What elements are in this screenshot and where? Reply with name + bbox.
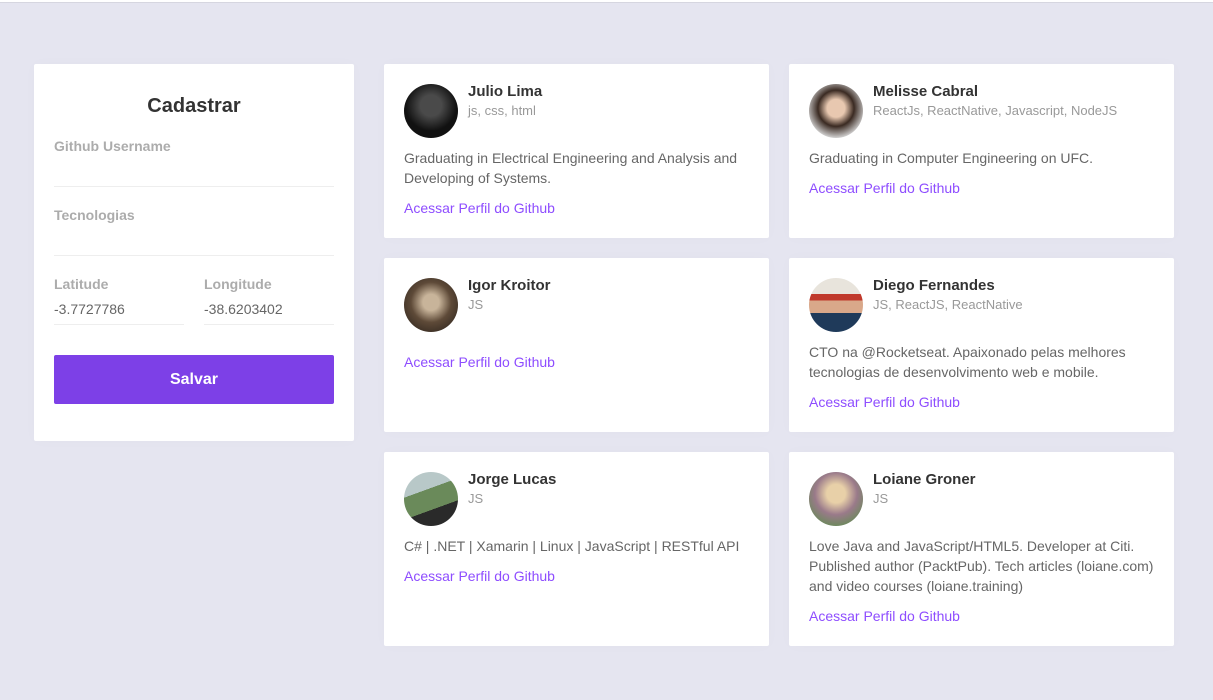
github-profile-link[interactable]: Acessar Perfil do Github [809, 392, 1154, 412]
dev-techs: JS [873, 491, 889, 506]
dev-card: Igor Kroitor JS Acessar Perfil do Github [384, 258, 769, 432]
user-info: Diego Fernandes JS, ReactJS, ReactNative [873, 277, 1023, 313]
dev-name: Julio Lima [468, 83, 543, 100]
avatar [809, 472, 863, 526]
dev-name: Jorge Lucas [468, 471, 557, 488]
techs-label: Tecnologias [54, 207, 135, 223]
user-info: Julio Lima js, css, html [468, 83, 542, 119]
user-info: Jorge Lucas JS [468, 471, 556, 507]
dev-techs: JS, ReactJS, ReactNative [873, 297, 1023, 312]
longitude-block: Longitude [204, 276, 334, 325]
github-username-label: Github Username [54, 138, 171, 154]
dev-techs: ReactJs, ReactNative, Javascript, NodeJS [873, 103, 1118, 118]
github-profile-link[interactable]: Acessar Perfil do Github [404, 198, 749, 218]
dev-techs: JS [468, 297, 484, 312]
longitude-input[interactable] [204, 293, 334, 325]
dev-techs: JS [468, 491, 484, 506]
avatar [404, 472, 458, 526]
dev-card: Melisse Cabral ReactJs, ReactNative, Jav… [789, 64, 1174, 238]
dev-techs: js, css, html [468, 103, 536, 118]
latitude-block: Latitude [54, 276, 184, 325]
dev-bio: Love Java and JavaScript/HTML5. Develope… [809, 538, 1154, 594]
form-title: Cadastrar [147, 95, 241, 117]
github-profile-link[interactable]: Acessar Perfil do Github [404, 352, 749, 372]
top-border [0, 0, 1213, 3]
avatar [404, 84, 458, 138]
github-profile-link[interactable]: Acessar Perfil do Github [404, 566, 749, 586]
dev-bio: C# | .NET | Xamarin | Linux | JavaScript… [404, 538, 740, 554]
techs-input[interactable] [54, 224, 334, 256]
dev-card-header: Julio Lima js, css, html [404, 83, 749, 138]
avatar [404, 278, 458, 332]
longitude-label: Longitude [204, 276, 272, 292]
dev-list: Julio Lima js, css, html Graduating in E… [384, 64, 1174, 646]
github-username-input[interactable] [54, 155, 334, 187]
dev-card-header: Igor Kroitor JS [404, 277, 749, 332]
save-button[interactable]: Salvar [54, 355, 334, 404]
github-profile-link[interactable]: Acessar Perfil do Github [809, 178, 1154, 198]
dev-card-header: Jorge Lucas JS [404, 471, 749, 526]
register-form: Github Username Tecnologias Latitude Lon… [54, 138, 334, 404]
dev-card: Jorge Lucas JS C# | .NET | Xamarin | Lin… [384, 452, 769, 646]
user-info: Loiane Groner JS [873, 471, 976, 507]
dev-bio: Graduating in Electrical Engineering and… [404, 150, 738, 186]
avatar [809, 278, 863, 332]
techs-block: Tecnologias [54, 207, 334, 256]
user-info: Igor Kroitor JS [468, 277, 551, 313]
dev-card: Julio Lima js, css, html Graduating in E… [384, 64, 769, 238]
dev-card-header: Diego Fernandes JS, ReactJS, ReactNative [809, 277, 1154, 332]
dev-name: Melisse Cabral [873, 83, 979, 100]
dev-card: Loiane Groner JS Love Java and JavaScrip… [789, 452, 1174, 646]
dev-bio: CTO na @Rocketseat. Apaixonado pelas mel… [809, 344, 1126, 380]
dev-name: Loiane Groner [873, 471, 976, 488]
user-info: Melisse Cabral ReactJs, ReactNative, Jav… [873, 83, 1118, 119]
coords-group: Latitude Longitude [54, 276, 334, 325]
avatar [809, 84, 863, 138]
dev-bio: Graduating in Computer Engineering on UF… [809, 150, 1094, 166]
latitude-label: Latitude [54, 276, 109, 292]
dev-card: Diego Fernandes JS, ReactJS, ReactNative… [789, 258, 1174, 432]
dev-card-header: Loiane Groner JS [809, 471, 1154, 526]
dev-card-header: Melisse Cabral ReactJs, ReactNative, Jav… [809, 83, 1154, 138]
dev-name: Igor Kroitor [468, 277, 551, 294]
register-form-panel: Cadastrar Github Username Tecnologias La… [34, 64, 354, 441]
dev-name: Diego Fernandes [873, 277, 995, 294]
github-profile-link[interactable]: Acessar Perfil do Github [809, 606, 1154, 626]
github-username-block: Github Username [54, 138, 334, 187]
latitude-input[interactable] [54, 293, 184, 325]
